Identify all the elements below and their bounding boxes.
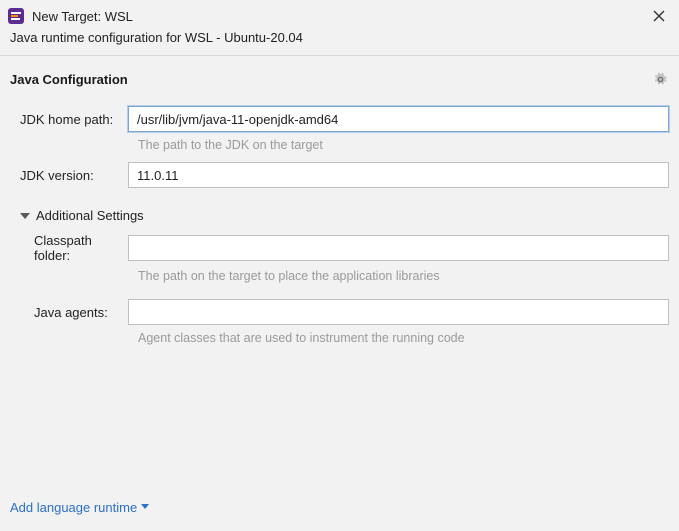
app-icon — [8, 8, 24, 24]
classpath-hint: The path on the target to place the appl… — [138, 269, 669, 283]
jdk-version-label: JDK version: — [10, 168, 128, 183]
jdk-home-hint: The path to the JDK on the target — [138, 138, 669, 152]
window-subtitle: Java runtime configuration for WSL - Ubu… — [0, 28, 679, 55]
form-area: JDK home path: The path to the JDK on th… — [0, 94, 679, 345]
section-title: Java Configuration — [10, 72, 651, 87]
footer: Add language runtime — [0, 490, 679, 531]
jdk-home-label: JDK home path: — [10, 112, 128, 127]
window-title: New Target: WSL — [32, 9, 641, 24]
add-language-runtime-link[interactable]: Add language runtime — [10, 500, 149, 515]
java-agents-row: Java agents: — [10, 299, 669, 325]
titlebar: New Target: WSL — [0, 0, 679, 28]
classpath-row: Classpath folder: — [10, 233, 669, 263]
jdk-home-input[interactable] — [128, 106, 669, 132]
classpath-input[interactable] — [128, 235, 669, 261]
jdk-home-row: JDK home path: — [10, 106, 669, 132]
add-language-runtime-label: Add language runtime — [10, 500, 137, 515]
jdk-version-row: JDK version: — [10, 162, 669, 188]
close-icon — [653, 10, 665, 22]
gear-icon — [653, 72, 668, 87]
java-agents-input[interactable] — [128, 299, 669, 325]
close-button[interactable] — [649, 6, 669, 26]
jdk-version-input[interactable] — [128, 162, 669, 188]
additional-settings-expander[interactable]: Additional Settings — [20, 208, 669, 223]
java-agents-hint: Agent classes that are used to instrumen… — [138, 331, 669, 345]
additional-settings-label: Additional Settings — [36, 208, 144, 223]
section-header: Java Configuration — [0, 56, 679, 94]
spacer — [0, 345, 679, 490]
java-agents-label: Java agents: — [10, 305, 128, 320]
chevron-down-icon — [141, 502, 149, 513]
settings-button[interactable] — [651, 70, 669, 88]
classpath-label: Classpath folder: — [10, 233, 128, 263]
chevron-down-icon — [20, 211, 30, 221]
